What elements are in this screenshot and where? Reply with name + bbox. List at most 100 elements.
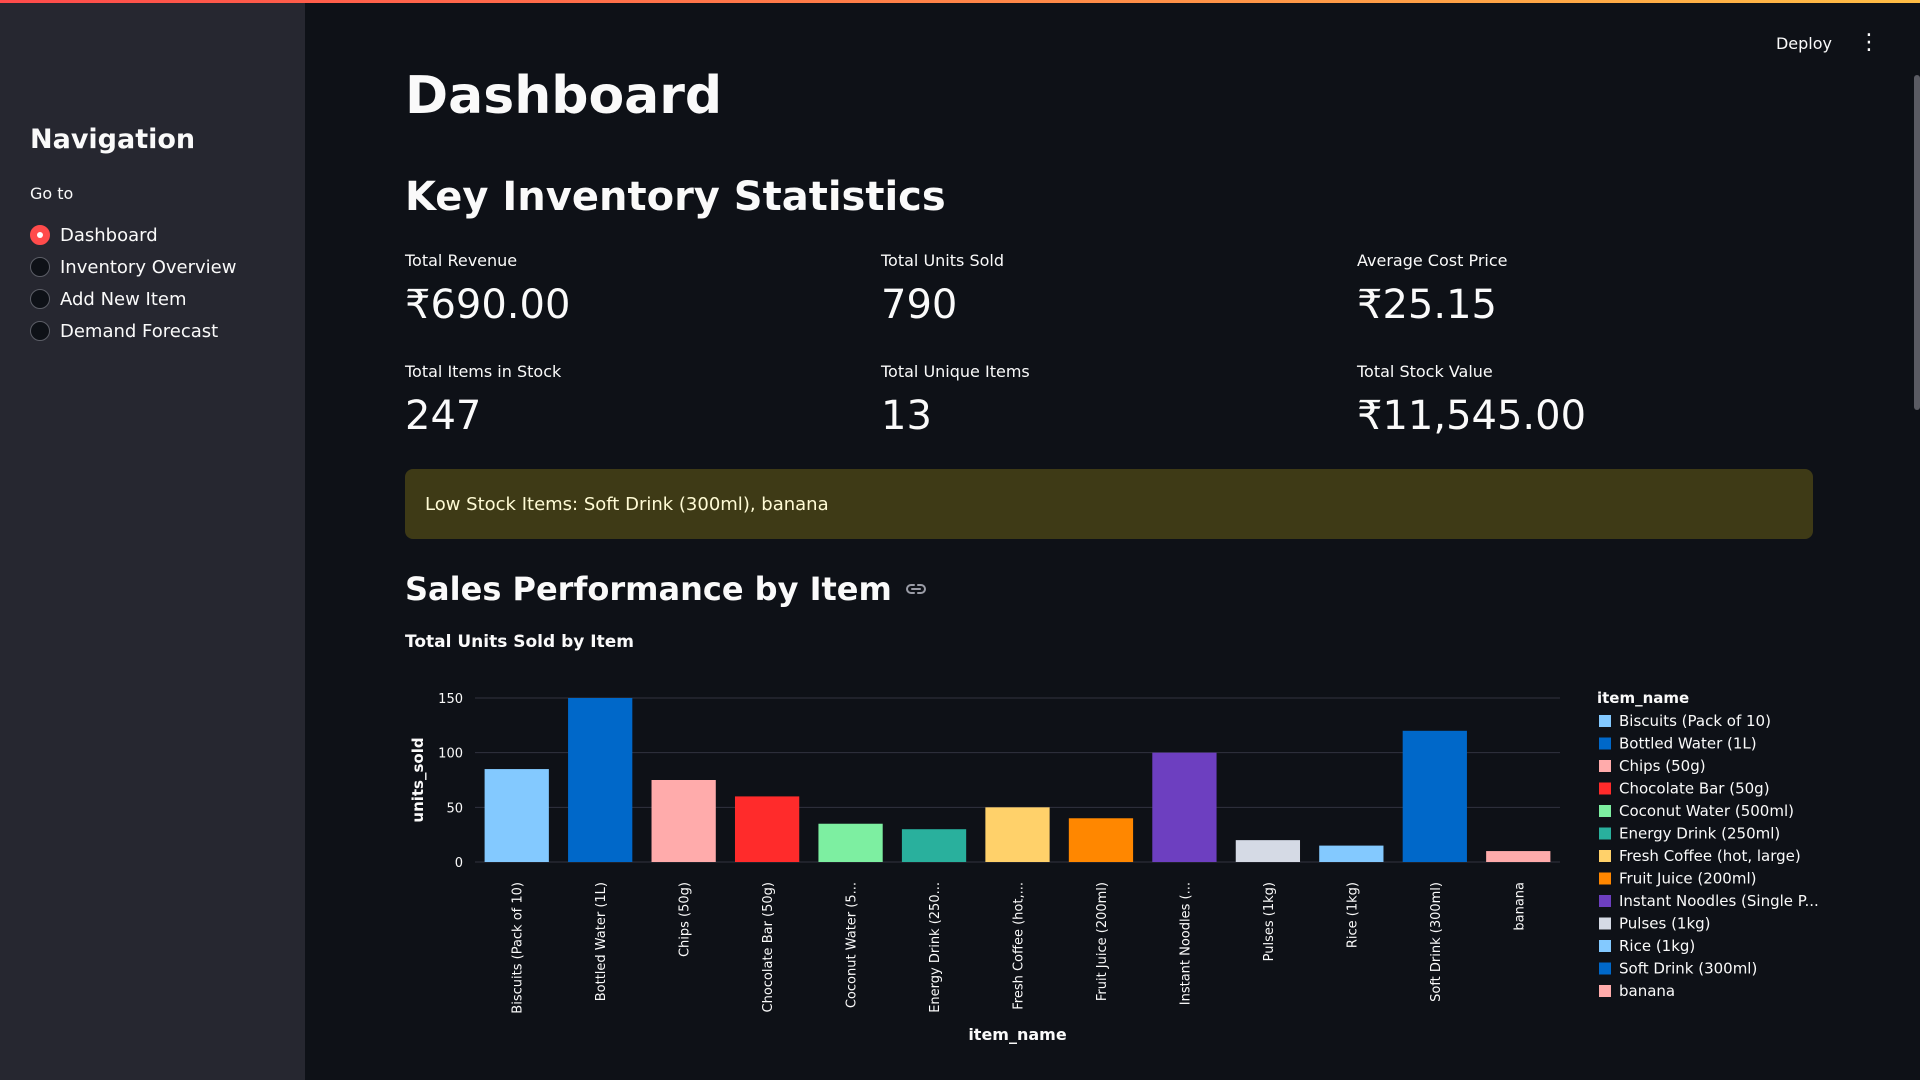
x-tick-label: Instant Noodles (...: [1178, 882, 1193, 1005]
x-tick-label: Bottled Water (1L): [594, 882, 609, 1001]
legend-label: Pulses (1kg): [1619, 915, 1711, 933]
metric-total-unique-items: Total Unique Items 13: [881, 362, 1341, 439]
metric-average-cost-price: Average Cost Price ₹25.15: [1357, 251, 1817, 328]
legend-swatch: [1599, 962, 1611, 975]
legend-swatch: [1599, 827, 1611, 840]
legend-label: Rice (1kg): [1619, 937, 1695, 955]
bar: [985, 807, 1050, 862]
metric-label: Total Stock Value: [1357, 362, 1493, 381]
legend-label: Energy Drink (250ml): [1619, 825, 1780, 843]
legend-label: banana: [1619, 982, 1675, 1000]
bar: [734, 796, 800, 862]
radio-unselected-icon[interactable]: [30, 257, 50, 277]
page-scrollbar[interactable]: [1914, 75, 1920, 410]
bar: [1152, 752, 1217, 862]
legend-label: Coconut Water (500ml): [1619, 802, 1794, 820]
y-tick-label: 150: [438, 692, 463, 707]
goto-label: Go to: [30, 184, 74, 203]
nav-option-add-new-item[interactable]: Add New Item: [30, 283, 236, 315]
legend-swatch: [1599, 782, 1611, 795]
legend-label: Biscuits (Pack of 10): [1619, 712, 1771, 730]
metric-label: Total Units Sold: [881, 251, 1004, 270]
legend-swatch: [1599, 940, 1611, 952]
legend-label: Chocolate Bar (50g): [1619, 780, 1770, 798]
legend-label: Soft Drink (300ml): [1619, 960, 1757, 978]
y-tick-label: 100: [438, 747, 463, 762]
legend-label: Bottled Water (1L): [1619, 735, 1757, 753]
stats-section-title: Key Inventory Statistics: [405, 174, 946, 220]
kebab-menu-icon[interactable]: ⋮: [1858, 32, 1880, 54]
top-decoration-bar: [0, 0, 1920, 3]
bar: [1235, 840, 1301, 862]
bar: [901, 829, 967, 862]
metric-value: 790: [881, 282, 958, 328]
bar: [818, 823, 883, 862]
metric-value: 13: [881, 393, 932, 439]
sales-section-title-text: Sales Performance by Item: [405, 570, 892, 608]
metric-label: Total Items in Stock: [405, 362, 562, 381]
anchor-link-icon[interactable]: [904, 577, 928, 601]
radio-unselected-icon[interactable]: [30, 289, 50, 309]
bar: [651, 780, 716, 862]
nav-option-inventory-overview[interactable]: Inventory Overview: [30, 251, 236, 283]
radio-selected-icon[interactable]: [30, 225, 50, 245]
x-tick-label: Fruit Juice (200ml): [1095, 882, 1110, 1001]
deploy-button[interactable]: Deploy: [1776, 34, 1832, 53]
nav-option-label: Dashboard: [60, 224, 158, 246]
page-title: Dashboard: [405, 66, 723, 126]
legend-swatch: [1599, 805, 1611, 817]
units-sold-bar-chart: 0 50 100 150 units_sold Biscuits (Pack of 10)…: [409, 689, 1819, 1044]
sales-section-title: Sales Performance by Item: [405, 570, 928, 608]
legend-swatch: [1599, 737, 1611, 750]
sidebar: Navigation Go to Dashboard Inventory Ove…: [0, 0, 305, 1080]
legend-swatch: [1599, 985, 1611, 997]
legend-label: Fruit Juice (200ml): [1619, 870, 1756, 888]
nav-option-dashboard[interactable]: Dashboard: [30, 219, 236, 251]
low-stock-message: Low Stock Items: Soft Drink (300ml), ban…: [425, 493, 829, 515]
x-tick-label: banana: [1512, 882, 1527, 931]
legend-swatch: [1599, 760, 1611, 772]
metric-total-items-in-stock: Total Items in Stock 247: [405, 362, 865, 439]
metric-value: ₹690.00: [405, 282, 571, 328]
metric-value: ₹25.15: [1357, 282, 1497, 328]
metric-label: Total Revenue: [405, 251, 518, 270]
y-tick-label: 0: [455, 856, 463, 871]
legend-label: Chips (50g): [1619, 757, 1706, 775]
legend-title: item_name: [1597, 689, 1689, 707]
bar: [1402, 730, 1467, 862]
metric-total-units-sold: Total Units Sold 790: [881, 251, 1341, 328]
x-tick-label: Chips (50g): [678, 882, 693, 957]
chart-title: Total Units Sold by Item: [405, 632, 634, 652]
bar: [1319, 845, 1384, 862]
bar: [1068, 818, 1134, 862]
low-stock-warning: Low Stock Items: Soft Drink (300ml), ban…: [405, 469, 1813, 539]
metric-label: Total Unique Items: [881, 362, 1030, 381]
x-tick-label: Chocolate Bar (50g): [761, 882, 776, 1012]
radio-unselected-icon[interactable]: [30, 321, 50, 341]
legend-swatch: [1599, 872, 1611, 885]
legend-swatch: [1599, 895, 1611, 907]
x-axis-title: item_name: [968, 1025, 1067, 1044]
metric-total-stock-value: Total Stock Value ₹11,545.00: [1357, 362, 1817, 439]
nav-option-label: Inventory Overview: [60, 256, 237, 278]
legend-swatch: [1599, 715, 1611, 727]
x-tick-label: Fresh Coffee (hot,...: [1012, 882, 1027, 1010]
metric-value: 247: [405, 393, 482, 439]
metric-label: Average Cost Price: [1357, 251, 1508, 270]
x-tick-label: Energy Drink (250...: [928, 882, 943, 1013]
x-tick-label: Coconut Water (5...: [845, 882, 860, 1008]
y-axis-title: units_sold: [409, 737, 427, 822]
x-tick-label: Soft Drink (300ml): [1429, 882, 1444, 1002]
y-tick-label: 50: [446, 801, 463, 816]
bar: [484, 769, 549, 862]
legend-swatch: [1599, 917, 1611, 930]
metric-value: ₹11,545.00: [1357, 393, 1587, 439]
sidebar-title: Navigation: [30, 124, 196, 155]
bar: [568, 698, 633, 862]
bar: [1486, 851, 1551, 862]
nav-option-label: Demand Forecast: [60, 320, 219, 342]
legend-swatch: [1599, 850, 1611, 862]
navigation-radio-group: Dashboard Inventory Overview Add New Ite…: [30, 219, 236, 347]
x-tick-label: Biscuits (Pack of 10): [511, 882, 526, 1014]
nav-option-demand-forecast[interactable]: Demand Forecast: [30, 315, 236, 347]
